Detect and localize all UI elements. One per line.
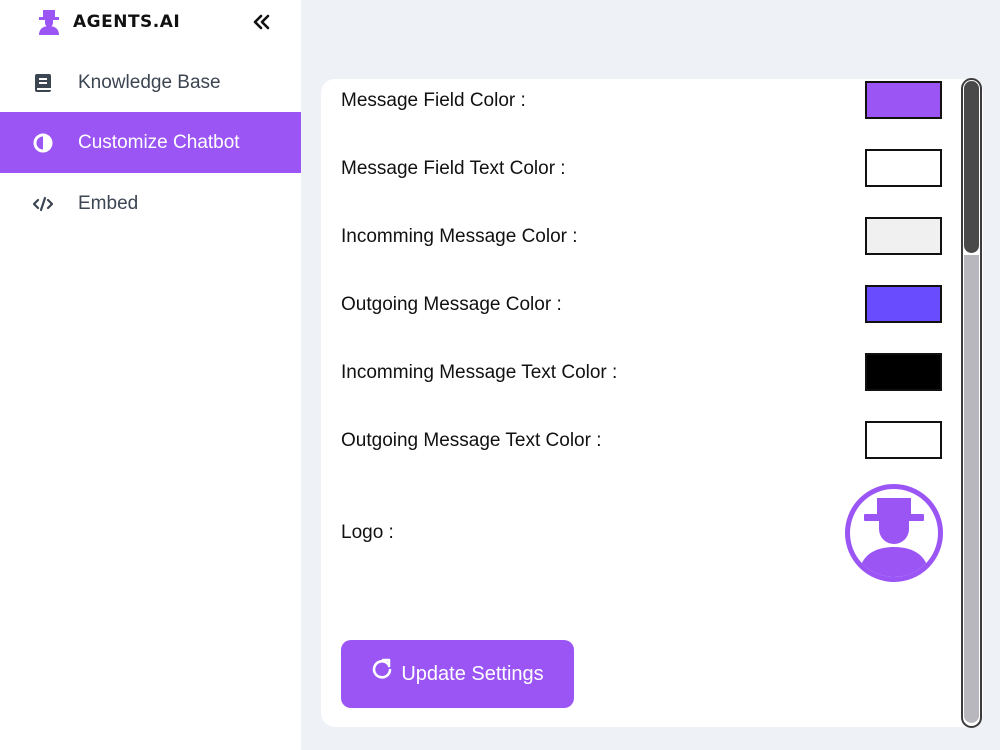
update-settings-button[interactable]: Update Settings bbox=[341, 640, 574, 708]
sidebar-item-label: Customize Chatbot bbox=[78, 131, 240, 153]
book-icon bbox=[33, 73, 53, 93]
incomming-message-color-label: Incomming Message Color : bbox=[341, 226, 578, 247]
update-settings-label: Update Settings bbox=[401, 662, 544, 685]
incomming-message-text-color-label: Incomming Message Text Color : bbox=[341, 362, 618, 383]
incomming-message-text-color-swatch[interactable] bbox=[865, 353, 942, 391]
message-field-text-color-swatch[interactable] bbox=[865, 149, 942, 187]
code-icon bbox=[33, 194, 53, 214]
message-field-color-swatch[interactable] bbox=[865, 81, 942, 119]
sidebar-item-knowledge-base[interactable]: Knowledge Base bbox=[0, 52, 301, 113]
incomming-message-color-swatch[interactable] bbox=[865, 217, 942, 255]
logo-label: Logo : bbox=[341, 522, 394, 543]
sidebar-item-label: Knowledge Base bbox=[78, 71, 221, 93]
sidebar-item-embed[interactable]: Embed bbox=[0, 173, 301, 234]
outgoing-message-color-swatch[interactable] bbox=[865, 285, 942, 323]
sidebar-item-label: Embed bbox=[78, 192, 139, 214]
sidebar-item-customize-chatbot[interactable]: Customize Chatbot bbox=[0, 112, 301, 173]
scrollbar-thumb[interactable] bbox=[964, 81, 979, 253]
agent-hat-icon bbox=[39, 10, 59, 35]
message-field-color-label: Message Field Color : bbox=[341, 90, 526, 111]
scrollbar[interactable] bbox=[961, 78, 982, 728]
brand[interactable]: AGENTS.AI bbox=[36, 8, 180, 36]
refresh-icon bbox=[373, 658, 392, 679]
outgoing-message-text-color-swatch[interactable] bbox=[865, 421, 942, 459]
collapse-sidebar-button[interactable] bbox=[250, 10, 274, 34]
contrast-icon bbox=[33, 133, 53, 153]
agent-avatar-icon bbox=[859, 498, 929, 577]
double-chevron-left-icon bbox=[253, 14, 270, 30]
settings-panel: Message Field Color : Message Field Text… bbox=[321, 79, 983, 727]
logo-picker[interactable] bbox=[845, 484, 943, 582]
message-field-text-color-label: Message Field Text Color : bbox=[341, 158, 566, 179]
outgoing-message-text-color-label: Outgoing Message Text Color : bbox=[341, 430, 602, 451]
outgoing-message-color-label: Outgoing Message Color : bbox=[341, 294, 562, 315]
brand-name: AGENTS.AI bbox=[73, 12, 181, 32]
sidebar: AGENTS.AI Knowledge Base Customize Chatb… bbox=[0, 0, 301, 750]
scrollbar-track[interactable] bbox=[964, 255, 979, 723]
